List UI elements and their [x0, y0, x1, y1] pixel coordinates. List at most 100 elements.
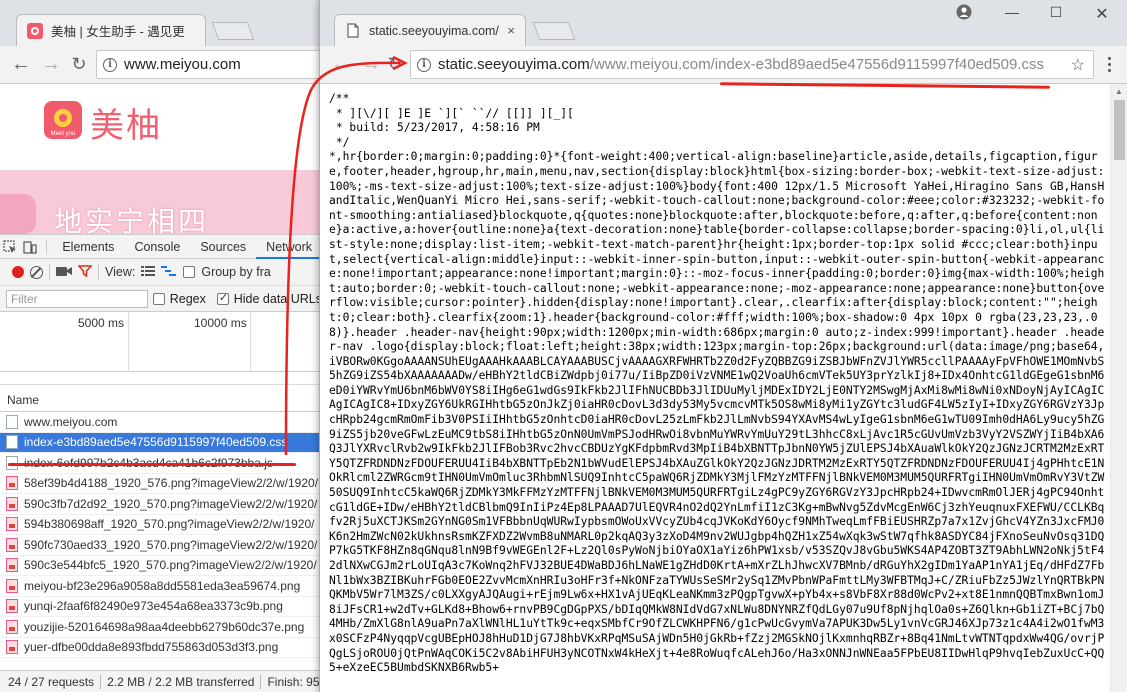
image-file-icon [6, 517, 18, 532]
timeline-gridline [128, 312, 129, 372]
filter-row: Filter Regex Hide data URLs [0, 286, 322, 312]
request-name: www.meiyou.com [24, 414, 118, 429]
tab-title: 美柚 | 女生助手 - 遇见更 [51, 25, 185, 39]
back-icon[interactable]: ← [8, 51, 34, 77]
request-name: 590c3fb7d2d92_1920_570.png?imageView2/2/… [24, 496, 318, 511]
request-name: yunqi-2faaf6f82490e973e454a68ea3373c9b.p… [24, 599, 283, 614]
request-row[interactable]: 590c3e544bfc5_1920_570.png?imageView2/2/… [0, 556, 322, 576]
image-file-icon [6, 558, 18, 573]
forward-icon[interactable]: → [38, 51, 64, 77]
css-source-text: /** * ][\/][ ]E ]E `][` ``// [[]] ][_][ … [329, 92, 1105, 675]
group-by-frame-checkbox[interactable] [183, 266, 196, 278]
close-window-icon[interactable]: ✕ [1090, 4, 1114, 24]
waterfall-overview-icon[interactable] [161, 265, 177, 280]
request-name: meiyou-bf23e296a9058a8dd5581eda3ea59674.… [24, 578, 301, 593]
logo-subtitle: Meet you [50, 131, 76, 137]
info-icon[interactable]: i [103, 57, 117, 72]
tab-meiyou[interactable]: 美柚 | 女生助手 - 遇见更 [16, 14, 206, 46]
regex-label: Regex [169, 291, 206, 306]
reload-icon[interactable]: ↻ [66, 51, 92, 77]
left-browser-window: 美柚 | 女生助手 - 遇见更 ← → ↻ i www.meiyou.com M… [0, 0, 322, 692]
profile-icon[interactable] [952, 4, 976, 23]
tab-console[interactable]: Console [124, 235, 190, 259]
logo-text[interactable]: 美柚 [90, 98, 162, 147]
request-row[interactable]: meiyou-bf23e296a9058a8dd5581eda3ea59674.… [0, 576, 322, 597]
capture-screenshots-icon[interactable] [56, 265, 72, 280]
scrollbar-thumb[interactable] [1114, 100, 1125, 160]
device-toolbar-icon[interactable] [20, 235, 40, 259]
url-path: /www.meiyou.com/index-e3bd89aed5e47556d9… [589, 56, 1044, 73]
forward-icon[interactable]: → [358, 51, 384, 77]
request-name: 590fc730aed33_1920_570.png?imageView2/2/… [24, 537, 318, 552]
large-rows-icon[interactable] [141, 265, 156, 280]
column-header-name[interactable]: Name [0, 384, 322, 412]
banner-decoration [0, 194, 36, 234]
chrome-menu-icon[interactable] [1099, 52, 1119, 76]
image-file-icon [6, 599, 18, 614]
image-file-icon [6, 578, 18, 593]
request-count: 24 / 27 requests [8, 674, 95, 689]
hide-data-urls-label: Hide data URLs [233, 291, 322, 306]
record-icon[interactable] [12, 266, 24, 278]
request-name: 58ef39b4d4188_1920_576.png?imageView2/2/… [24, 476, 319, 491]
hero-banner[interactable]: 地实宁相四 [0, 170, 322, 237]
inspect-element-icon[interactable] [0, 235, 20, 259]
view-label: View: [105, 265, 136, 279]
status-bar: 24 / 27 requests 2.2 MB / 2.2 MB transfe… [0, 670, 322, 692]
tab-title: static.seeyouyima.com/ [369, 23, 499, 38]
css-source-page: /** * ][\/][ ]E ]E `][` ``// [[]] ][_][ … [320, 84, 1110, 692]
close-tab-icon[interactable]: × [507, 23, 515, 38]
regex-checkbox[interactable] [152, 292, 165, 305]
image-file-icon [6, 640, 18, 655]
tab-static-css[interactable]: static.seeyouyima.com/ × [334, 14, 526, 46]
clear-icon[interactable] [30, 265, 43, 279]
devtools-tabs: Elements Console Sources Network [0, 235, 322, 259]
transferred-size: 2.2 MB / 2.2 MB transferred [107, 674, 255, 689]
network-toolbar: View: Group by fra [0, 259, 322, 286]
scroll-up-icon[interactable]: ▲ [1111, 84, 1127, 100]
request-row[interactable]: 594b380698aff_1920_570.png?imageView2/2/… [0, 515, 322, 535]
address-bar[interactable]: i www.meiyou.com [96, 50, 322, 79]
request-row[interactable]: youzijie-520164698a98aa4deebb6279b60dc37… [0, 617, 322, 638]
request-name: yuer-dfbe00dda8e893fbdd755863d053d3f3.pn… [24, 640, 279, 655]
request-row[interactable]: 590c3fb7d2d92_1920_570.png?imageView2/2/… [0, 494, 322, 515]
request-row[interactable]: www.meiyou.com [0, 412, 322, 433]
filter-input[interactable]: Filter [6, 289, 148, 308]
timeline-tick: 5000 ms [78, 316, 125, 330]
group-by-frame-label: Group by fra [201, 265, 271, 279]
image-file-icon [6, 496, 18, 511]
divider [49, 264, 50, 280]
minimize-icon[interactable]: — [1000, 4, 1024, 20]
document-file-icon [6, 414, 18, 429]
document-icon [345, 23, 361, 39]
vertical-scrollbar[interactable]: ▲ [1110, 84, 1127, 692]
timeline-gridline [250, 312, 251, 372]
request-row[interactable]: yuer-dfbe00dda8e893fbdd755863d053d3f3.pn… [0, 638, 322, 658]
maximize-icon[interactable]: ☐ [1044, 4, 1068, 21]
new-tab-button[interactable] [532, 22, 576, 40]
hide-data-urls-checkbox[interactable] [216, 291, 229, 305]
tab-sources[interactable]: Sources [190, 235, 256, 259]
address-bar[interactable]: i static.seeyouyima.com/www.meiyou.com/i… [410, 50, 1094, 79]
image-file-icon [6, 476, 18, 491]
back-icon[interactable]: ← [328, 51, 354, 77]
finish-time: Finish: 95 [267, 674, 320, 689]
reload-icon[interactable]: ↻ [382, 51, 408, 77]
request-row[interactable]: yunqi-2faaf6f82490e973e454a68ea3373c9b.p… [0, 597, 322, 617]
filter-icon[interactable] [77, 264, 93, 280]
request-name: youzijie-520164698a98aa4deebb6279b60dc37… [24, 619, 305, 634]
tab-strip: static.seeyouyima.com/ × — ☐ ✕ [320, 0, 1127, 46]
request-row[interactable]: 590fc730aed33_1920_570.png?imageView2/2/… [0, 535, 322, 556]
tab-elements[interactable]: Elements [52, 235, 124, 259]
new-tab-button[interactable] [211, 22, 255, 40]
request-name: 594b380698aff_1920_570.png?imageView2/2/… [24, 517, 315, 532]
meiyou-logo-icon[interactable]: Meet you [44, 101, 82, 139]
info-icon[interactable]: i [417, 57, 431, 72]
bookmark-star-icon[interactable]: ☆ [1071, 55, 1085, 75]
request-row[interactable]: index-e3bd89aed5e47556d9115997f40ed509.c… [0, 432, 322, 453]
request-name: index-e3bd89aed5e47556d9115997f40ed509.c… [24, 435, 288, 450]
request-row[interactable]: 58ef39b4d4188_1920_576.png?imageView2/2/… [0, 474, 322, 494]
network-timeline[interactable]: 5000 ms 10000 ms [0, 312, 322, 372]
tab-network[interactable]: Network [256, 235, 322, 259]
toolbar: ← → ↻ i static.seeyouyima.com/www.meiyou… [320, 46, 1127, 84]
